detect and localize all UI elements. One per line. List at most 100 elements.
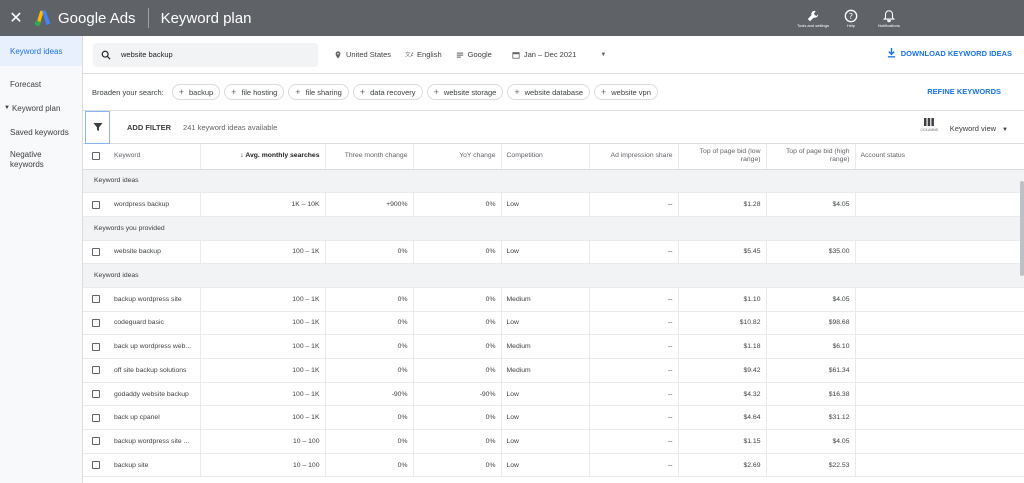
- cell-keyword[interactable]: godaddy website backup: [109, 382, 201, 407]
- download-icon: [887, 48, 895, 58]
- checkbox-box: [92, 366, 100, 375]
- sidebar-item-saved-keywords[interactable]: Saved keywords: [0, 120, 82, 144]
- plus-icon: +: [231, 87, 237, 97]
- section-row: Keywords you provided: [83, 216, 1024, 241]
- bell-icon: [882, 9, 896, 22]
- table-row: codeguard basic 100 – 1K 0% 0% Low -- $10.82 $9…: [83, 311, 1024, 336]
- cell-keyword[interactable]: off site backup solutions: [109, 358, 201, 383]
- cell-ad-impression-share: --: [589, 240, 679, 265]
- checkbox-box: [92, 318, 100, 327]
- table-row: backup site 10 – 100 0% 0% Low -- $2.69 $22.53: [83, 453, 1024, 478]
- cell-avg-monthly-searches: 1K – 10K: [200, 192, 326, 217]
- wrench-icon: [807, 10, 819, 21]
- cell-keyword[interactable]: codeguard basic: [109, 311, 201, 336]
- cell-keyword[interactable]: backup site: [109, 453, 201, 478]
- sidebar-item-keyword-plan[interactable]: ▼ Keyword plan: [0, 96, 82, 120]
- cell-keyword[interactable]: wordpress backup: [109, 192, 201, 217]
- location-pin-icon: [335, 50, 341, 59]
- chip-label: file sharing: [305, 87, 342, 97]
- header-bid-low[interactable]: Top of page bid (low range): [678, 144, 767, 170]
- header-three-month-change[interactable]: Three month change: [325, 144, 414, 170]
- cell-ad-impression-share: --: [589, 334, 679, 359]
- cell-keyword[interactable]: back up cpanel: [109, 405, 201, 431]
- sidebar-item-forecast[interactable]: Forecast: [0, 72, 82, 96]
- close-icon[interactable]: ✕: [0, 8, 32, 28]
- cell-keyword[interactable]: backup wordpress site ...: [109, 429, 201, 454]
- help-button[interactable]: ? Help: [832, 0, 870, 36]
- chip-website-database[interactable]: + website database: [507, 84, 590, 100]
- columns-button[interactable]: COLUMNS: [920, 118, 938, 132]
- keyword-view-dropdown[interactable]: Keyword view ▼: [950, 124, 1008, 133]
- row-checkbox[interactable]: [83, 453, 109, 478]
- download-label: DOWNLOAD KEYWORD IDEAS: [900, 48, 1012, 58]
- cell-keyword[interactable]: back up wordpress web...: [109, 334, 201, 359]
- network-filter[interactable]: Google: [456, 50, 492, 59]
- cell-bid-high: $4.05: [766, 429, 856, 454]
- row-checkbox[interactable]: [83, 287, 109, 312]
- cell-ad-impression-share: --: [589, 453, 679, 478]
- cell-three-month-change: 0%: [325, 240, 414, 265]
- toolbar-right: Tools and settings ? Help Notifications: [794, 0, 908, 36]
- network-value: Google: [467, 50, 492, 59]
- cell-keyword[interactable]: backup wordpress site: [109, 287, 201, 312]
- date-range-filter[interactable]: Jan – Dec 2021 ▼: [512, 50, 606, 59]
- language-value: English: [417, 50, 442, 59]
- tools-settings-button[interactable]: Tools and settings: [794, 0, 832, 36]
- add-filter-button[interactable]: ADD FILTER: [127, 123, 171, 132]
- row-checkbox[interactable]: [83, 429, 109, 454]
- checkbox-box: [92, 437, 100, 446]
- select-all-checkbox[interactable]: [83, 144, 109, 170]
- header-ad-impression-share[interactable]: Ad impression share: [589, 144, 679, 170]
- cell-account-status: [855, 382, 1024, 407]
- refine-keywords-button[interactable]: REFINE KEYWORDS: [927, 87, 1001, 96]
- cell-bid-high: $61.34: [766, 358, 856, 383]
- header-avg-monthly-searches[interactable]: ↓ Avg. monthly searches: [200, 144, 326, 170]
- cell-bid-low: $1.10: [678, 287, 767, 312]
- help-label: Help: [846, 22, 856, 28]
- keyword-table: Keyword ↓ Avg. monthly searches Three mo…: [83, 144, 1024, 478]
- cell-bid-low: $1.28: [678, 192, 767, 217]
- chip-data-recovery[interactable]: + data recovery: [352, 84, 423, 100]
- checkbox-box: [92, 151, 100, 160]
- calendar-icon: [512, 51, 520, 59]
- notifications-button[interactable]: Notifications: [870, 0, 908, 36]
- row-checkbox[interactable]: [83, 311, 109, 336]
- sidebar-item-negative-keywords[interactable]: Negative keywords: [0, 144, 60, 176]
- header-keyword[interactable]: Keyword: [109, 144, 201, 170]
- cell-avg-monthly-searches: 100 – 1K: [200, 311, 326, 336]
- cell-ad-impression-share: --: [589, 382, 679, 407]
- language-filter[interactable]: 文A English: [405, 50, 442, 59]
- download-keyword-ideas-button[interactable]: DOWNLOAD KEYWORD IDEAS: [887, 48, 1012, 58]
- chip-file-hosting[interactable]: + file hosting: [224, 84, 285, 100]
- row-checkbox[interactable]: [83, 382, 109, 407]
- cell-keyword[interactable]: website backup: [109, 240, 201, 265]
- sidebar-item-keyword-ideas[interactable]: Keyword ideas: [0, 36, 82, 66]
- header-yoy-change[interactable]: YoY change: [413, 144, 502, 170]
- chip-file-sharing[interactable]: + file sharing: [288, 84, 349, 100]
- row-checkbox[interactable]: [83, 192, 109, 217]
- cell-bid-low: $1.18: [678, 334, 767, 359]
- section-row: Keyword ideas: [83, 169, 1024, 194]
- tools-settings-label: Tools and settings: [796, 22, 830, 28]
- header-account-status[interactable]: Account status: [855, 144, 1024, 170]
- header-competition[interactable]: Competition: [501, 144, 590, 170]
- chip-label: website storage: [443, 87, 497, 97]
- chip-website-storage[interactable]: + website storage: [426, 84, 504, 100]
- cell-yoy-change: 0%: [413, 311, 502, 336]
- chip-backup[interactable]: + backup: [171, 84, 221, 100]
- search-input[interactable]: website backup: [93, 42, 318, 67]
- row-checkbox[interactable]: [83, 358, 109, 383]
- chip-website-vpn[interactable]: + website vpn: [594, 84, 658, 100]
- plus-icon: +: [433, 87, 439, 97]
- scrollbar[interactable]: [1020, 181, 1024, 276]
- row-checkbox[interactable]: [83, 334, 109, 359]
- row-checkbox[interactable]: [83, 240, 109, 265]
- location-filter[interactable]: United States: [334, 50, 391, 59]
- checkbox-box: [92, 342, 100, 351]
- row-checkbox[interactable]: [83, 405, 109, 431]
- filter-button[interactable]: [85, 110, 110, 144]
- header-bid-high[interactable]: Top of page bid (high range): [766, 144, 856, 170]
- table-row: back up cpanel 100 – 1K 0% 0% Low -- $4.64 $31.…: [83, 405, 1024, 431]
- cell-competition: Low: [501, 240, 590, 265]
- cell-ad-impression-share: --: [589, 287, 679, 312]
